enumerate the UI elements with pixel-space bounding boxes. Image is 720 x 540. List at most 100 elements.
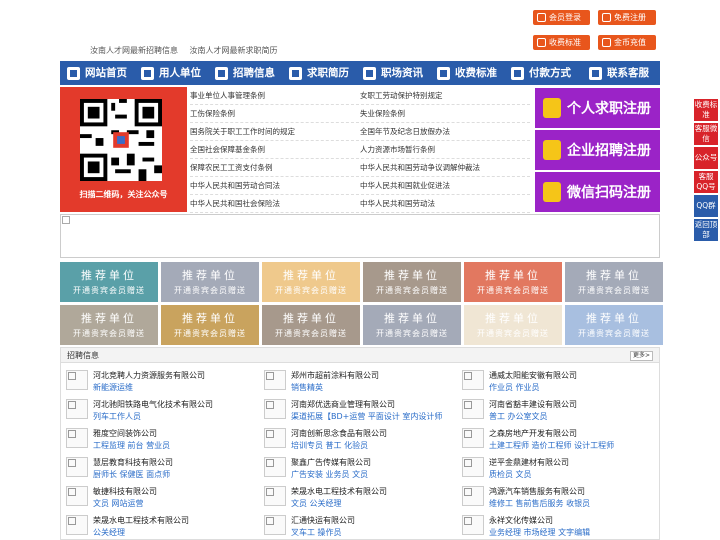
policy-link[interactable]: 国务院关于职工工作时间的规定: [190, 123, 360, 140]
side-button-1[interactable]: 客服微信: [694, 123, 718, 145]
top-button-3[interactable]: 金币充值: [598, 35, 656, 50]
policy-link[interactable]: 中华人民共和国社会保险法: [190, 195, 360, 212]
company-name[interactable]: 河北竞聘人力资源服务有限公司: [93, 370, 205, 381]
recommended-tile[interactable]: 推荐单位 开通贵宾会员赠送: [565, 262, 663, 302]
company-name[interactable]: 河南郑优选商业管理有限公司: [291, 399, 395, 410]
company-logo[interactable]: [462, 457, 484, 477]
job-positions[interactable]: 文员 公关经理: [291, 498, 342, 509]
recommended-tile[interactable]: 推荐单位 开通贵宾会员赠送: [161, 262, 259, 302]
company-logo[interactable]: [66, 457, 88, 477]
policy-link[interactable]: 中华人民共和国就业促进法: [360, 177, 530, 194]
company-logo[interactable]: [264, 457, 286, 477]
job-positions[interactable]: 工程监理 前台 营业员: [93, 440, 170, 451]
company-logo[interactable]: [264, 370, 286, 390]
recommended-tile[interactable]: 推荐单位 开通贵宾会员赠送: [565, 305, 663, 345]
job-positions[interactable]: 列车工作人员: [93, 411, 141, 422]
company-logo[interactable]: [462, 515, 484, 535]
company-logo[interactable]: [462, 399, 484, 419]
job-positions[interactable]: 作业员 作业员: [489, 382, 540, 393]
policy-link[interactable]: 全国社会保障基金条例: [190, 141, 360, 158]
side-button-5[interactable]: 返回顶部: [694, 219, 718, 241]
top-button-0[interactable]: 会员登录: [533, 10, 590, 25]
company-logo[interactable]: [264, 515, 286, 535]
nav-home[interactable]: 网站首页: [60, 61, 134, 85]
policy-link[interactable]: 中华人民共和国劳动法: [360, 195, 530, 212]
company-name[interactable]: 鸿源汽车销售服务有限公司: [489, 486, 585, 497]
company-name[interactable]: 之森房地产开发有限公司: [489, 428, 577, 439]
recommended-tile[interactable]: 推荐单位 开通贵宾会员赠送: [363, 262, 461, 302]
policy-link[interactable]: 事业单位人事管理条例: [190, 87, 360, 104]
job-positions[interactable]: 厨师长 保健医 面点师: [93, 469, 170, 480]
latest-resumes-link[interactable]: 汝南人才网最新求职简历: [190, 46, 278, 55]
personal-register-button[interactable]: 个人求职注册: [535, 88, 660, 128]
company-name[interactable]: 敏捷科技有限公司: [93, 486, 157, 497]
company-logo[interactable]: [66, 486, 88, 506]
job-positions[interactable]: 业务经理 市场经理 文字编辑: [489, 527, 590, 538]
side-button-2[interactable]: 公众号: [694, 147, 718, 169]
top-button-1[interactable]: 免费注册: [598, 10, 656, 25]
nav-jobs[interactable]: 招聘信息: [208, 61, 282, 85]
policy-link[interactable]: 女职工劳动保护特别规定: [360, 87, 530, 104]
job-positions[interactable]: 销售精英: [291, 382, 323, 393]
company-logo[interactable]: [66, 428, 88, 448]
company-name[interactable]: 永祥文化传媒公司: [489, 515, 553, 526]
policy-link[interactable]: 保障农民工工资支付条例: [190, 159, 360, 176]
job-positions[interactable]: 文员 网站运营: [93, 498, 144, 509]
recommended-tile[interactable]: 推荐单位 开通贵宾会员赠送: [161, 305, 259, 345]
job-positions[interactable]: 公关经理: [93, 527, 125, 538]
company-name[interactable]: 河北驰阳铁路电气化技术有限公司: [93, 399, 213, 410]
recommended-tile[interactable]: 推荐单位 开通贵宾会员赠送: [262, 262, 360, 302]
company-logo[interactable]: [462, 486, 484, 506]
company-name[interactable]: 荣晟水电工程技术有限公司: [291, 486, 387, 497]
policy-link[interactable]: 中华人民共和国劳动争议调解仲裁法: [360, 159, 530, 176]
nav-contact[interactable]: 联系客服: [578, 61, 660, 85]
company-logo[interactable]: [66, 370, 88, 390]
policy-link[interactable]: 工伤保险条例: [190, 105, 360, 122]
nav-pricing[interactable]: 收费标准: [430, 61, 504, 85]
company-name[interactable]: 逆平金鼎建材有限公司: [489, 457, 569, 468]
job-positions[interactable]: 培训专员 普工 化验员: [291, 440, 368, 451]
job-positions[interactable]: 土建工程师 造价工程师 设计工程师: [489, 440, 614, 451]
policy-link[interactable]: 人力资源市场暂行条例: [360, 141, 530, 158]
policy-link[interactable]: 全国年节及纪念日放假办法: [360, 123, 530, 140]
recommended-tile[interactable]: 推荐单位 开通贵宾会员赠送: [60, 305, 158, 345]
nav-payment[interactable]: 付款方式: [504, 61, 578, 85]
company-name[interactable]: 慧层教育科技有限公司: [93, 457, 173, 468]
side-button-3[interactable]: 客服QQ号: [694, 171, 718, 193]
nav-news[interactable]: 职场资讯: [356, 61, 430, 85]
recommended-tile[interactable]: 推荐单位 开通贵宾会员赠送: [262, 305, 360, 345]
nav-resumes[interactable]: 求职简历: [282, 61, 356, 85]
company-logo[interactable]: [462, 370, 484, 390]
company-logo[interactable]: [264, 428, 286, 448]
company-logo[interactable]: [264, 399, 286, 419]
policy-link[interactable]: 失业保险条例: [360, 105, 530, 122]
latest-jobs-link[interactable]: 汝南人才网最新招聘信息: [90, 46, 178, 55]
company-name[interactable]: 河南创新思念食品有限公司: [291, 428, 387, 439]
company-logo[interactable]: [462, 428, 484, 448]
job-positions[interactable]: 叉车工 操作员: [291, 527, 342, 538]
job-positions[interactable]: 维修工 售前售后服务 收银员: [489, 498, 590, 509]
company-name[interactable]: 聚鑫广告传媒有限公司: [291, 457, 371, 468]
job-positions[interactable]: 普工 办公室文员: [489, 411, 548, 422]
job-positions[interactable]: 新能源运维: [93, 382, 133, 393]
side-button-4[interactable]: QQ群: [694, 195, 718, 217]
company-name[interactable]: 河南省豁丰建设有限公司: [489, 399, 577, 410]
company-logo[interactable]: [264, 486, 286, 506]
top-button-2[interactable]: 收费标准: [533, 35, 590, 50]
company-logo[interactable]: [66, 399, 88, 419]
recommended-tile[interactable]: 推荐单位 开通贵宾会员赠送: [464, 262, 562, 302]
wechat-register-button[interactable]: 微信扫码注册: [535, 172, 660, 212]
company-name[interactable]: 通威太阳能安徽有限公司: [489, 370, 577, 381]
company-name[interactable]: 郑州市超前涂料有限公司: [291, 370, 379, 381]
job-positions[interactable]: 质检员 文员: [489, 469, 532, 480]
more-link[interactable]: 更多>: [629, 351, 653, 361]
nav-employers[interactable]: 用人单位: [134, 61, 208, 85]
company-name[interactable]: 汇通快运有限公司: [291, 515, 355, 526]
company-name[interactable]: 荣晟水电工程技术有限公司: [93, 515, 189, 526]
company-logo[interactable]: [66, 515, 88, 535]
side-button-0[interactable]: 收费标准: [694, 99, 718, 121]
job-positions[interactable]: 广告安装 业务员 文员: [291, 469, 368, 480]
company-name[interactable]: 雅度空间装饰公司: [93, 428, 157, 439]
recommended-tile[interactable]: 推荐单位 开通贵宾会员赠送: [60, 262, 158, 302]
policy-link[interactable]: 中华人民共和国劳动合同法: [190, 177, 360, 194]
